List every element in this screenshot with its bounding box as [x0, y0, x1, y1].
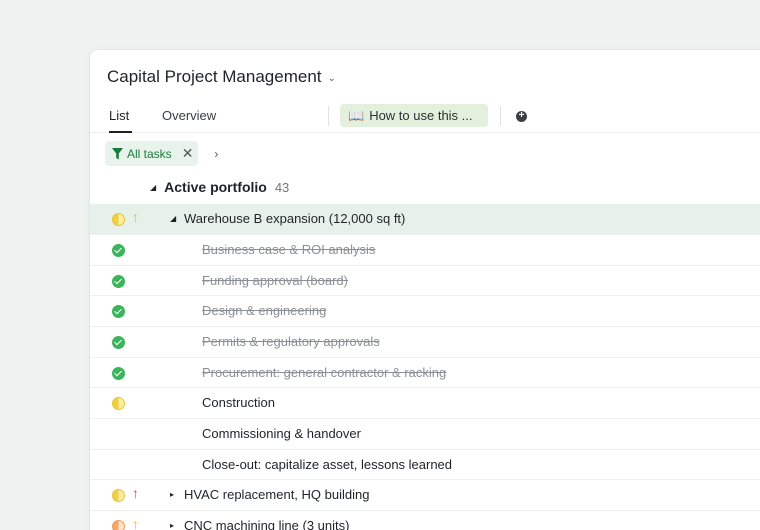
chevron-right-icon[interactable]: › — [214, 147, 218, 161]
status-complete-icon[interactable] — [112, 244, 125, 257]
expand-triangle-icon[interactable]: ▸ — [170, 521, 174, 530]
project-row[interactable]: ↑ ◢ Warehouse B expansion (12,000 sq ft) — [90, 204, 760, 235]
status-complete-icon[interactable] — [112, 305, 125, 318]
collapse-triangle-icon: ◢ — [150, 182, 157, 192]
plus-icon: + — [518, 110, 525, 121]
task-row[interactable]: Design & engineering — [90, 296, 760, 327]
filter-icon — [112, 147, 123, 159]
task-title[interactable]: Warehouse B expansion (12,000 sq ft) — [184, 211, 405, 226]
status-in-progress-icon[interactable] — [112, 520, 125, 530]
filter-chip-all-tasks[interactable]: All tasks ✕ — [105, 141, 199, 166]
filter-bar: All tasks ✕ › — [105, 141, 218, 166]
task-row[interactable]: Close-out: capitalize asset, lessons lea… — [90, 450, 760, 480]
collapse-triangle-icon[interactable]: ◢ — [170, 214, 176, 223]
active-tab-indicator — [109, 131, 132, 133]
task-title[interactable]: Commissioning & handover — [202, 426, 361, 441]
view-tabs: List Overview 📖 How to use this ... + — [90, 104, 760, 133]
tab-divider — [500, 106, 501, 126]
status-in-progress-icon[interactable] — [112, 397, 125, 410]
status-in-progress-icon[interactable] — [112, 213, 125, 226]
task-title[interactable]: Funding approval (board) — [202, 273, 348, 288]
task-title[interactable]: Design & engineering — [202, 303, 326, 318]
expand-triangle-icon[interactable]: ▸ — [170, 490, 174, 499]
page-title: Capital Project Management — [107, 67, 322, 86]
tab-divider — [328, 106, 329, 126]
task-title[interactable]: Construction — [202, 395, 275, 410]
task-row[interactable]: Business case & ROI analysis — [90, 235, 760, 266]
close-icon[interactable]: ✕ — [182, 145, 194, 162]
section-count: 43 — [274, 179, 290, 195]
task-title[interactable]: Business case & ROI analysis — [202, 242, 375, 257]
tab-how-to-use[interactable]: 📖 How to use this ... — [340, 104, 488, 127]
task-title[interactable]: CNC machining line (3 units) — [184, 518, 349, 530]
tab-list[interactable]: List — [109, 108, 129, 123]
status-in-progress-icon[interactable] — [112, 489, 125, 502]
task-row[interactable]: Procurement: general contractor & rackin… — [90, 358, 760, 388]
task-title[interactable]: Close-out: capitalize asset, lessons lea… — [202, 457, 452, 472]
task-title[interactable]: Permits & regulatory approvals — [202, 334, 380, 349]
section-header-active-portfolio[interactable]: ◢ Active portfolio 43 — [150, 179, 289, 195]
tab-how-to-use-label: How to use this ... — [369, 108, 473, 123]
chevron-down-icon: ⌄ — [327, 72, 336, 84]
status-complete-icon[interactable] — [112, 367, 125, 380]
task-row[interactable]: Commissioning & handover — [90, 419, 760, 450]
book-icon: 📖 — [348, 107, 365, 123]
project-row[interactable]: ↑ ▸ CNC machining line (3 units) — [90, 511, 760, 530]
filter-label: All tasks — [127, 146, 172, 161]
section-title: Active portfolio — [164, 179, 267, 195]
status-complete-icon[interactable] — [112, 336, 125, 349]
task-row[interactable]: Permits & regulatory approvals — [90, 327, 760, 358]
task-row[interactable]: Construction — [90, 388, 760, 419]
priority-up-arrow-icon[interactable]: ↑ — [132, 209, 139, 225]
priority-up-arrow-icon[interactable]: ↑ — [132, 516, 139, 530]
project-row[interactable]: ↑ ▸ HVAC replacement, HQ building — [90, 480, 760, 511]
add-view-button[interactable]: + — [516, 110, 527, 122]
task-title[interactable]: Procurement: general contractor & rackin… — [202, 365, 446, 380]
task-title[interactable]: HVAC replacement, HQ building — [184, 487, 369, 502]
status-complete-icon[interactable] — [112, 275, 125, 288]
task-row[interactable]: Funding approval (board) — [90, 266, 760, 296]
tab-overview[interactable]: Overview — [162, 108, 216, 123]
priority-up-arrow-icon[interactable]: ↑ — [132, 485, 139, 501]
project-title-dropdown[interactable]: Capital Project Management ⌄ — [107, 67, 336, 87]
